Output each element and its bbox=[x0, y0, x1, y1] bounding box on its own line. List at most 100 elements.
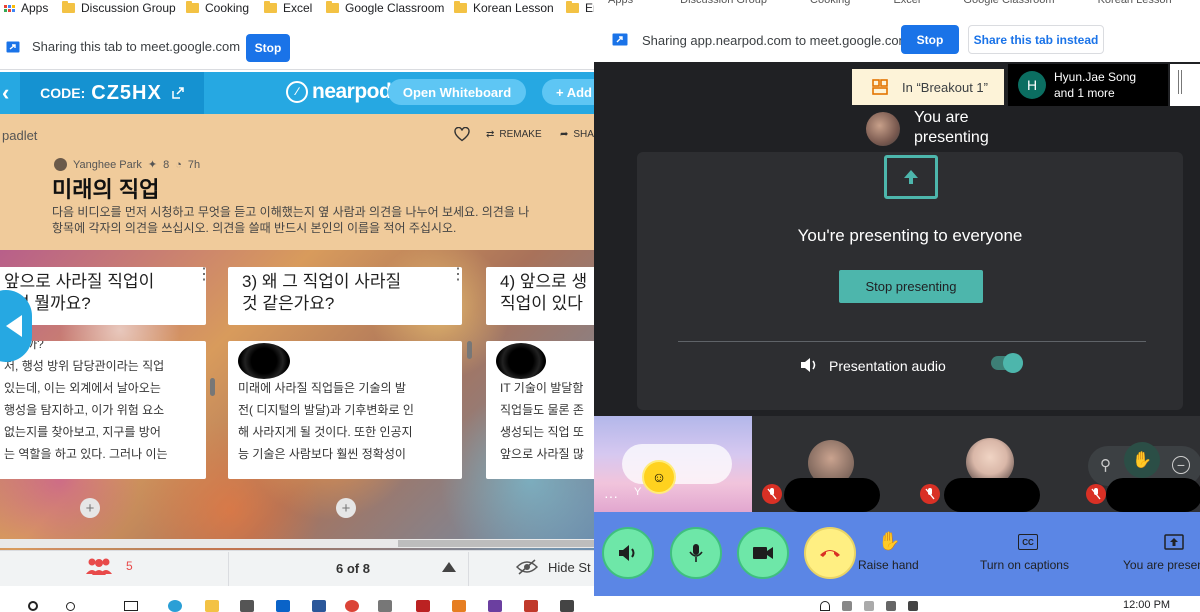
microphone-button[interactable] bbox=[670, 527, 722, 579]
app-icon[interactable] bbox=[488, 600, 502, 612]
presentation-audio-toggle[interactable] bbox=[991, 353, 1023, 373]
tray-icon[interactable] bbox=[842, 601, 852, 611]
participants-chip[interactable]: H Hyun.Jae Song and 1 more bbox=[1008, 64, 1168, 106]
heart-icon[interactable] bbox=[454, 127, 470, 142]
presenter-line-2: presenting bbox=[914, 129, 989, 146]
outlook-icon[interactable] bbox=[276, 600, 290, 612]
app-icon[interactable] bbox=[416, 600, 430, 612]
column-menu-icon[interactable]: ⋮ bbox=[196, 267, 212, 283]
bookmark-cooking[interactable]: Cooking bbox=[186, 0, 249, 16]
mic-off-icon bbox=[920, 484, 940, 504]
bookmark-apps[interactable]: Apps bbox=[4, 0, 48, 16]
post-card[interactable]: 것일까? 저, 행성 방위 담당관이라는 직업 있는데, 이는 외계에서 날아오… bbox=[0, 341, 206, 479]
post-card[interactable]: 미래에 사라질 직업들은 기술의 발 전( 디지털의 발달)과 기후변화로 인 … bbox=[228, 341, 462, 479]
bookmark-discussion-group[interactable]: Discussion Group bbox=[62, 0, 176, 16]
padlet-logo: padlet bbox=[2, 128, 38, 143]
participant-name: Hyun.Jae Song bbox=[1054, 70, 1137, 84]
scrollbar[interactable] bbox=[467, 341, 472, 359]
screen-share-icon bbox=[612, 33, 628, 46]
presenter-line-1: You are bbox=[914, 109, 969, 126]
wifi-icon[interactable] bbox=[820, 601, 830, 611]
leave-call-button[interactable] bbox=[804, 527, 856, 579]
captions-icon[interactable]: CC bbox=[1018, 534, 1038, 550]
post-line: 저, 행성 방위 담당관이라는 직업 bbox=[4, 359, 165, 373]
folder-icon bbox=[566, 1, 579, 13]
self-video-tile[interactable]: ☺ ··· Y bbox=[594, 416, 752, 512]
camera-icon bbox=[753, 547, 773, 559]
bookmark-korean-lesson[interactable]: Korean Lesson bbox=[454, 0, 554, 16]
play-left-icon bbox=[6, 315, 22, 337]
store-icon[interactable] bbox=[240, 600, 254, 612]
add-post-button[interactable]: + bbox=[80, 498, 100, 518]
share-this-tab-instead-button[interactable]: Share this tab instead bbox=[968, 25, 1104, 54]
author-avatar bbox=[54, 158, 67, 171]
remove-icon[interactable]: − bbox=[1172, 456, 1190, 474]
pin-icon[interactable]: ⚲ bbox=[1100, 456, 1111, 474]
start-icon[interactable] bbox=[28, 601, 38, 611]
tray-icon[interactable] bbox=[864, 601, 874, 611]
remake-button[interactable]: ⇄ REMAKE bbox=[486, 129, 542, 140]
participant-names: Hyun.Jae Song and 1 more bbox=[1054, 69, 1136, 101]
menu-lines-icon[interactable] bbox=[1178, 70, 1182, 94]
post-card[interactable]: IT 기술이 발달함 직업들도 물론 존 생성되는 직업 또 앞으로 사라질 많 bbox=[486, 341, 594, 479]
bookmark-en[interactable]: En bbox=[566, 0, 594, 16]
bookmark-label: Cooking bbox=[205, 1, 250, 15]
search-icon[interactable] bbox=[66, 602, 75, 611]
app-icon[interactable] bbox=[452, 600, 466, 612]
raise-hand-label[interactable]: Raise hand bbox=[858, 558, 919, 572]
app-icon[interactable] bbox=[378, 600, 392, 612]
participant-avatar: H bbox=[1018, 71, 1046, 99]
students-button[interactable]: 5 bbox=[84, 557, 133, 575]
present-now-label[interactable]: You are presen bbox=[1123, 558, 1200, 572]
folder-icon bbox=[326, 1, 339, 13]
scrollbar-thumb[interactable] bbox=[398, 540, 594, 547]
camera-button[interactable] bbox=[737, 527, 789, 579]
sun-sticker: ☺ bbox=[642, 460, 676, 494]
horizontal-scrollbar[interactable] bbox=[0, 539, 594, 548]
bookmark-label: En bbox=[585, 1, 594, 15]
slide-up-arrow-icon[interactable] bbox=[442, 562, 456, 572]
captions-label[interactable]: Turn on captions bbox=[980, 558, 1069, 572]
tray-icon[interactable] bbox=[886, 601, 896, 611]
folder-icon bbox=[186, 1, 199, 13]
bookmark-excel[interactable]: Excel bbox=[264, 0, 312, 16]
chrome-icon[interactable] bbox=[345, 600, 359, 612]
edge-icon[interactable] bbox=[168, 600, 182, 612]
app-icon[interactable] bbox=[524, 600, 538, 612]
add-post-button[interactable]: + bbox=[336, 498, 356, 518]
slide-counter: 6 of 8 bbox=[336, 561, 370, 576]
stop-sharing-button[interactable]: Stop bbox=[901, 25, 959, 54]
volume-icon[interactable] bbox=[908, 601, 918, 611]
stop-sharing-button[interactable]: Stop bbox=[246, 34, 290, 62]
author-name: Yanghee Park bbox=[73, 158, 142, 171]
scrollbar[interactable] bbox=[210, 378, 215, 396]
column-title-line: 것 같은가요? bbox=[242, 294, 335, 313]
share-button[interactable]: ➦ SHA bbox=[560, 129, 594, 140]
column-menu-icon[interactable]: ⋮ bbox=[450, 267, 466, 283]
task-view-icon[interactable] bbox=[124, 601, 138, 611]
more-dots-icon[interactable]: ··· bbox=[604, 488, 618, 504]
mute-hand-icon[interactable]: ✋ bbox=[1124, 442, 1160, 478]
clock[interactable]: 12:00 PM bbox=[1123, 599, 1170, 611]
stop-presenting-button[interactable]: Stop presenting bbox=[839, 270, 983, 303]
raise-hand-icon[interactable]: ✋ bbox=[878, 531, 900, 552]
word-icon[interactable] bbox=[312, 600, 326, 612]
open-external-icon[interactable] bbox=[172, 87, 184, 99]
nearpod-logo: ∕ nearpod bbox=[286, 80, 392, 104]
file-explorer-icon[interactable] bbox=[205, 600, 219, 612]
share-label: SHA bbox=[573, 129, 594, 140]
brand-name: nearpod bbox=[312, 80, 392, 103]
add-button[interactable]: + Add bbox=[542, 79, 594, 105]
redacted-name bbox=[1106, 478, 1200, 512]
breakout-room-chip[interactable]: In “Breakout 1” bbox=[852, 69, 1004, 105]
audio-button[interactable] bbox=[602, 527, 654, 579]
bookmark-google-classroom[interactable]: Google Classroom bbox=[326, 0, 444, 16]
open-whiteboard-button[interactable]: Open Whiteboard bbox=[388, 79, 526, 105]
present-now-icon[interactable] bbox=[1164, 534, 1184, 550]
post-line: 는 역할을 하고 있다. 그러나 이는 bbox=[4, 447, 168, 461]
hang-up-icon bbox=[820, 550, 840, 557]
app-icon[interactable] bbox=[560, 600, 574, 612]
back-chevron-icon[interactable]: ‹ bbox=[2, 80, 9, 106]
cloud-shape bbox=[622, 444, 732, 484]
hide-students-button[interactable]: Hide St bbox=[516, 559, 591, 575]
